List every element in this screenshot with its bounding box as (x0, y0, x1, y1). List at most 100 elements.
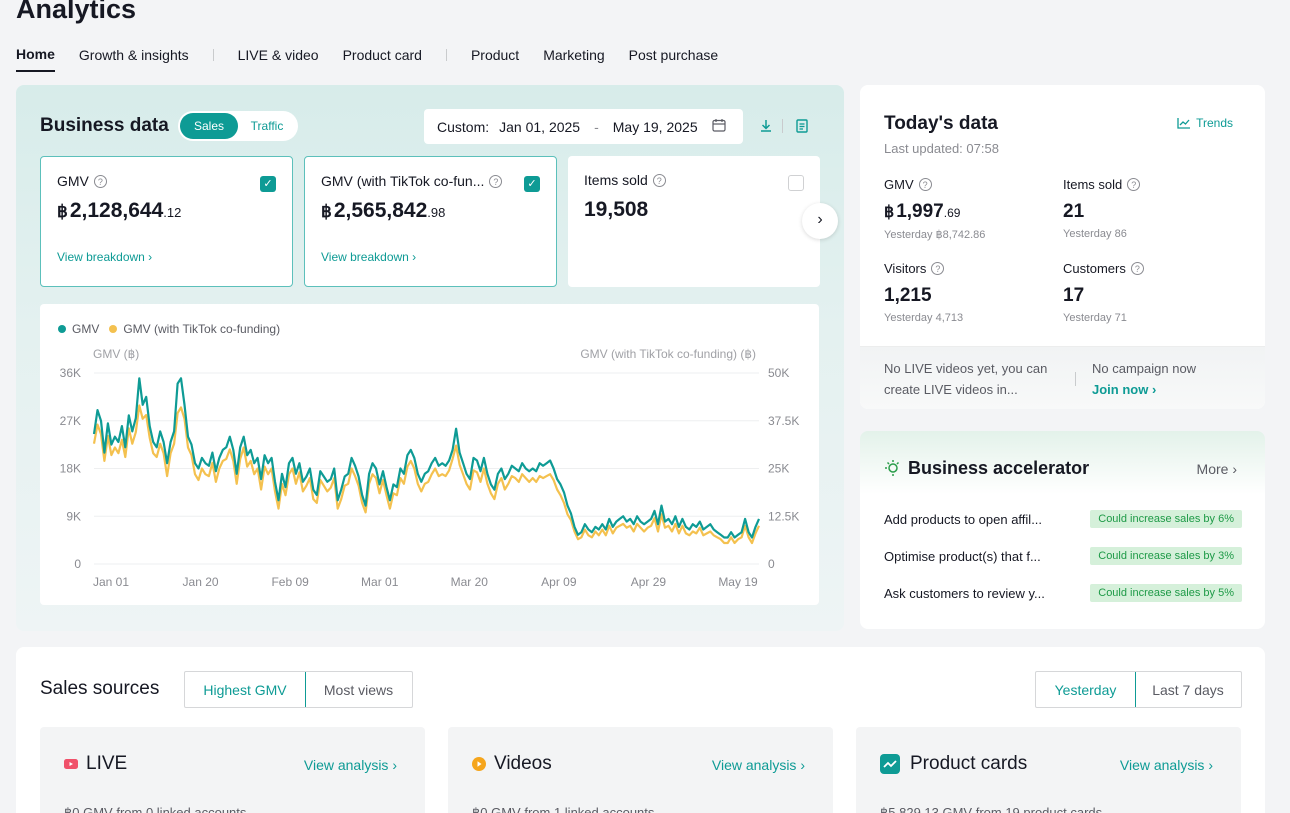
tab-post-purchase[interactable]: Post purchase (629, 47, 719, 71)
date-end[interactable]: May 19, 2025 (613, 119, 698, 135)
tab-product-card[interactable]: Product card (343, 47, 422, 71)
checkbox-checked-icon[interactable]: ✓ (524, 176, 540, 192)
accelerator-item[interactable]: Add products to open affil... Could incr… (884, 510, 1242, 528)
today-stat-visitors: Visitors? 1,215 Yesterday 4,713 (884, 261, 1054, 324)
help-icon[interactable]: ? (1127, 178, 1141, 191)
metric-card-gmv-cofunding[interactable]: GMV (with TikTok co-fun...? ✓ ฿2,565,842… (304, 156, 557, 287)
last-updated: Last updated: 07:58 (884, 141, 999, 156)
currency-symbol: ฿ (321, 202, 332, 221)
metric-name-row: Items sold? (584, 172, 804, 188)
help-icon[interactable]: ? (931, 262, 945, 275)
stat-name-row: Items sold? (1063, 177, 1233, 192)
stat-yesterday: Yesterday 4,713 (884, 312, 964, 324)
stat-value-main: 1,997 (896, 201, 944, 222)
stat-yesterday: Yesterday 86 (1063, 228, 1127, 240)
checkbox-unchecked-icon[interactable] (788, 175, 804, 191)
x-tick-label: Apr 29 (631, 575, 667, 589)
metric-name-row: GMV (with TikTok co-fun...? (321, 173, 540, 189)
accelerator-item-text: Optimise product(s) that f... (884, 548, 1041, 564)
stat-name-row: Customers? (1063, 261, 1233, 276)
view-analysis-link[interactable]: View analysis › (304, 757, 397, 773)
live-videos-notice[interactable]: No LIVE videos yet, you can create LIVE … (884, 358, 1060, 400)
x-tick-label: Mar 20 (451, 575, 489, 589)
metric-card-items-sold[interactable]: Items sold? 19,508 (568, 156, 820, 287)
view-analysis-link[interactable]: View analysis › (1120, 757, 1213, 773)
y-right-tick-label: 37.5K (768, 414, 799, 428)
stat-name: Items sold (1063, 177, 1123, 192)
x-tick-label: Jan 01 (93, 575, 129, 589)
stat-value: 1,215 (884, 285, 932, 306)
footer-divider (1075, 372, 1076, 386)
chevron-right-icon[interactable]: › (802, 203, 838, 239)
download-icon[interactable] (758, 118, 774, 134)
todays-data-panel: Today's data Last updated: 07:58 Trends … (860, 85, 1265, 409)
chart-plot: GMV (฿) GMV (with TikTok co-funding) (฿) 0… (60, 347, 800, 589)
help-icon[interactable]: ? (1130, 262, 1144, 275)
source-summary: ฿0 GMV from 0 linked accounts (64, 805, 247, 813)
business-accelerator-panel: Business accelerator More › Add products… (860, 431, 1265, 629)
metric-name-row: GMV? (57, 173, 276, 189)
tab-live-video[interactable]: LIVE & video (238, 47, 319, 71)
increase-badge: Could increase sales by 3% (1090, 547, 1242, 565)
accelerator-item[interactable]: Optimise product(s) that f... Could incr… (884, 547, 1242, 565)
report-icon[interactable] (794, 118, 810, 134)
stat-yesterday: Yesterday 71 (1063, 312, 1127, 324)
tab-marketing[interactable]: Marketing (543, 47, 604, 71)
todays-data-title: Today's data (884, 113, 998, 134)
view-breakdown-link[interactable]: View breakdown › (321, 250, 416, 264)
help-icon[interactable]: ? (918, 178, 932, 191)
metric-value: ฿2,565,842.98 (321, 199, 540, 223)
tab-divider (212, 49, 214, 61)
stat-name: Visitors (884, 261, 927, 276)
live-icon (64, 757, 78, 775)
checkbox-checked-icon[interactable]: ✓ (260, 176, 276, 192)
seg-last-7-days[interactable]: Last 7 days (1135, 672, 1241, 707)
view-breakdown-link[interactable]: View breakdown › (57, 250, 152, 264)
y-left-tick-label: 0 (74, 557, 81, 571)
seg-highest-gmv[interactable]: Highest GMV (185, 672, 306, 707)
metric-value: 19,508 (584, 198, 649, 221)
toggle-sales[interactable]: Sales (180, 113, 238, 139)
tab-home[interactable]: Home (16, 46, 55, 72)
tab-product[interactable]: Product (471, 47, 519, 71)
x-tick-label: Apr 09 (541, 575, 577, 589)
accelerator-item-text: Ask customers to review y... (884, 585, 1045, 601)
metric-value-main: 2,565,842 (333, 199, 428, 222)
bulb-icon (884, 459, 902, 482)
date-start[interactable]: Jan 01, 2025 (499, 119, 580, 135)
sales-traffic-toggle: Sales Traffic (178, 111, 298, 141)
today-stat-customers: Customers? 17 Yesterday 71 (1063, 261, 1233, 324)
trends-link[interactable]: Trends (1177, 116, 1233, 130)
source-card-live: LIVE View analysis › ฿0 GMV from 0 linke… (40, 727, 425, 813)
help-icon[interactable]: ? (652, 173, 666, 187)
y-right-tick-label: 12.5K (768, 509, 799, 523)
x-tick-label: Feb 09 (271, 575, 309, 589)
metric-name: GMV (57, 173, 89, 189)
source-card-videos: Videos View analysis › ฿0 GMV from 1 lin… (448, 727, 833, 813)
view-analysis-link[interactable]: View analysis › (712, 757, 805, 773)
toggle-traffic[interactable]: Traffic (238, 113, 296, 139)
seg-yesterday[interactable]: Yesterday (1036, 672, 1136, 707)
today-stat-items-sold: Items sold? 21 Yesterday 86 (1063, 177, 1233, 240)
date-range-label: Custom: (437, 118, 490, 135)
more-link[interactable]: More › (1197, 461, 1237, 477)
help-icon[interactable]: ? (93, 174, 107, 188)
stat-name-row: Visitors? (884, 261, 1054, 276)
help-icon[interactable]: ? (489, 174, 503, 188)
calendar-icon[interactable] (712, 118, 726, 135)
metric-card-gmv[interactable]: GMV? ✓ ฿2,128,644.12 View breakdown › (40, 156, 293, 287)
metric-name: Items sold (584, 172, 648, 188)
accelerator-item[interactable]: Ask customers to review y... Could incre… (884, 584, 1242, 602)
join-now-link[interactable]: Join now › (1092, 379, 1196, 400)
y-left-tick-label: 9K (66, 509, 81, 523)
seg-most-views[interactable]: Most views (305, 672, 412, 707)
date-range-picker[interactable]: Custom: Jan 01, 2025 - May 19, 2025 (424, 109, 743, 144)
metric-value-decimals: .12 (163, 205, 182, 220)
tab-growth-insights[interactable]: Growth & insights (79, 47, 189, 71)
play-icon (472, 757, 486, 776)
accelerator-title: Business accelerator (908, 458, 1090, 478)
y-right-tick-label: 25K (768, 462, 789, 476)
metric-value: ฿2,128,644.12 (57, 199, 276, 223)
metric-value-decimals: .98 (427, 205, 446, 220)
trend-chart-icon (1177, 118, 1191, 129)
